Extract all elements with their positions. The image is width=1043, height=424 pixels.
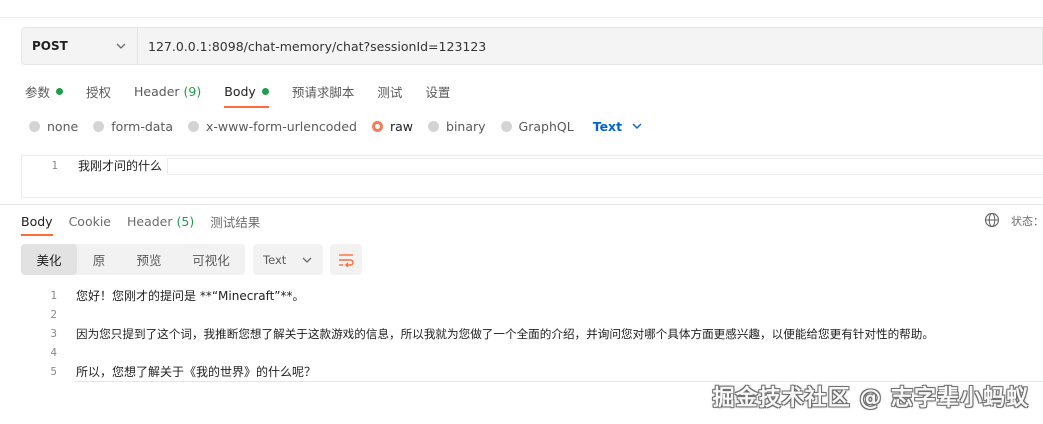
tab-label: Header — [127, 213, 173, 229]
radio-binary[interactable]: binary — [428, 119, 486, 134]
line-number: 4 — [50, 346, 57, 359]
radio-circle-icon — [188, 120, 199, 132]
status-dot-icon — [261, 87, 269, 95]
raw-format-label: Text — [592, 118, 623, 134]
status-label: 状态： — [1011, 215, 1043, 228]
method-label: POST — [32, 39, 68, 53]
current-line-highlight — [167, 158, 1043, 175]
tab-body[interactable]: Body — [224, 81, 269, 108]
view-visualize[interactable]: 可视化 — [177, 244, 245, 275]
response-tabs: Body Cookie Header (5) 测试结果 — [21, 211, 276, 236]
tab-label: Cookie — [68, 213, 111, 229]
view-preview[interactable]: 预览 — [121, 244, 177, 275]
status-dot-icon — [56, 87, 64, 95]
response-line: 5 所以，您想了解关于《我的世界》的什么呢？ — [21, 362, 1043, 382]
globe-icon[interactable] — [984, 212, 1000, 228]
request-bar: POST 127.0.0.1:8098/chat-memory/chat?ses… — [21, 27, 1043, 65]
method-select[interactable]: POST — [22, 28, 138, 64]
section-divider — [0, 204, 1043, 205]
radio-circle-icon — [500, 120, 512, 132]
radio-label: raw — [389, 118, 414, 134]
radio-circle-icon — [93, 120, 105, 132]
editor-line: 1 我刚才问的什么 — [22, 156, 1043, 175]
tab-label: 测试结果 — [210, 214, 261, 230]
line-text: 我刚才问的什么 — [78, 159, 163, 173]
response-body-viewer[interactable]: 1 您好！您刚才的提问是 **“Minecraft”**。 2 3 因为您只提到… — [21, 286, 1043, 382]
tab-label: 参数 — [25, 84, 51, 100]
line-number: 1 — [51, 159, 58, 172]
line-text: 您好！您刚才的提问是 **“Minecraft”**。 — [76, 289, 305, 303]
response-line: 3 因为您只提到了这个词，我推断您想了解关于这款游戏的信息，所以我就为您做了一个… — [21, 324, 1043, 343]
response-format-select[interactable]: Text — [253, 244, 323, 275]
chevron-down-icon — [302, 257, 312, 263]
radio-circle-icon — [29, 120, 40, 132]
tab-headers[interactable]: Header (9) — [134, 81, 201, 101]
radio-label: GraphQL — [518, 118, 574, 134]
response-line: 4 — [21, 343, 1043, 362]
radio-label: none — [47, 118, 79, 134]
radio-label: binary — [446, 118, 486, 134]
body-type-options: none form-data x-www-form-urlencoded raw… — [29, 117, 643, 135]
radio-label: x-www-form-urlencoded — [206, 118, 357, 134]
radio-label: form-data — [111, 118, 173, 134]
tab-pre-request-script[interactable]: 预请求脚本 — [292, 81, 355, 101]
tab-response-headers[interactable]: Header (5) — [127, 211, 194, 231]
top-divider — [0, 17, 1043, 18]
tab-settings[interactable]: 设置 — [425, 81, 450, 101]
tab-label: Header — [134, 83, 180, 99]
tab-count: (5) — [176, 213, 195, 229]
request-body-editor[interactable]: 1 我刚才问的什么 — [21, 155, 1043, 198]
line-text: 所以，您想了解关于《我的世界》的什么呢？ — [76, 365, 317, 379]
tab-params[interactable]: 参数 — [25, 81, 64, 101]
line-number: 5 — [50, 365, 57, 378]
wrap-lines-icon — [339, 253, 354, 267]
line-number: 2 — [50, 308, 57, 321]
chevron-down-icon — [116, 43, 126, 49]
tab-label: 测试 — [377, 84, 403, 100]
view-raw[interactable]: 原 — [77, 244, 121, 275]
tab-tests[interactable]: 测试 — [377, 81, 402, 101]
radio-form-data[interactable]: form-data — [93, 119, 173, 134]
tab-cookie[interactable]: Cookie — [69, 211, 111, 231]
request-tabs: 参数 授权 Header (9) Body 预请求脚本 测试 设置 — [25, 81, 473, 108]
tab-label: 预请求脚本 — [291, 84, 355, 100]
radio-selected-icon — [371, 120, 383, 132]
tab-auth[interactable]: 授权 — [86, 81, 111, 101]
tab-response-body[interactable]: Body — [21, 211, 53, 236]
tab-label: 授权 — [86, 84, 112, 100]
response-line: 2 — [21, 305, 1043, 324]
url-input[interactable]: 127.0.0.1:8098/chat-memory/chat?sessionI… — [138, 39, 486, 54]
radio-none[interactable]: none — [29, 119, 78, 134]
view-mode-group: 美化 原 预览 可视化 — [21, 244, 245, 275]
raw-format-select[interactable]: Text — [593, 119, 643, 134]
radio-raw[interactable]: raw — [371, 118, 414, 134]
tab-count: (9) — [183, 83, 202, 99]
tab-label: Body — [21, 213, 53, 229]
response-line: 1 您好！您刚才的提问是 **“Minecraft”**。 — [21, 286, 1043, 305]
watermark: 掘金技术社区 @ 志字辈小蚂蚁 — [712, 386, 1029, 411]
response-format-label: Text — [263, 252, 287, 267]
radio-graphql[interactable]: GraphQL — [500, 118, 574, 134]
tab-label: 设置 — [425, 84, 451, 100]
line-text: 因为您只提到了这个词，我推断您想了解关于这款游戏的信息，所以我就为您做了一个全面… — [76, 326, 934, 341]
radio-x-www-form-urlencoded[interactable]: x-www-form-urlencoded — [188, 119, 357, 134]
line-number: 1 — [50, 289, 57, 302]
tab-test-results[interactable]: 测试结果 — [210, 211, 260, 231]
line-number: 3 — [50, 327, 57, 340]
view-pretty[interactable]: 美化 — [21, 244, 77, 275]
wrap-lines-button[interactable] — [330, 244, 362, 275]
chevron-down-icon — [632, 123, 642, 129]
radio-circle-icon — [428, 120, 440, 132]
tab-label: Body — [224, 83, 256, 99]
